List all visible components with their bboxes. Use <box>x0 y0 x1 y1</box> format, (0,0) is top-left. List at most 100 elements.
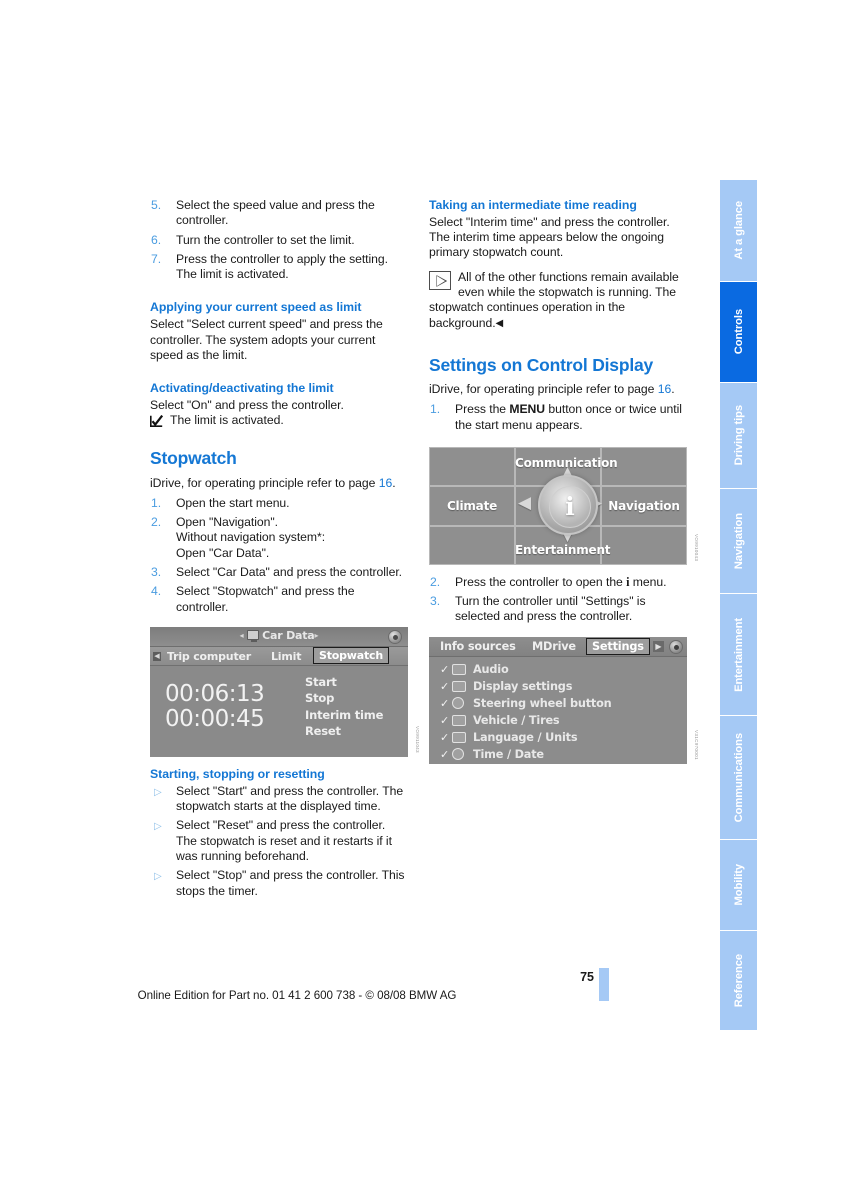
menu-item-interim-time[interactable]: Interim time <box>305 707 383 724</box>
paragraph-intermediate-time: Select "Interim time" and press the cont… <box>429 214 670 260</box>
paragraph-stopwatch-intro: iDrive, for operating principle refer to… <box>150 476 408 491</box>
tab-stopwatch[interactable]: Stopwatch <box>313 646 390 664</box>
sidebar-tab-entertainment[interactable]: Entertainment <box>720 594 757 715</box>
page-reference-link[interactable]: 16 <box>379 476 393 490</box>
figure-start-menu: Communication Climate Navigation Enterta… <box>429 446 699 565</box>
settings-row-vehicle-tires[interactable]: ✓ Vehicle / Tires <box>429 712 687 729</box>
bullet-item: ▷ Select "Start" and press the controlle… <box>150 784 408 815</box>
step-number: 3. <box>151 565 162 580</box>
compass-icon <box>388 629 402 644</box>
triangle-bullet-icon: ▷ <box>154 871 162 883</box>
start-label-communication[interactable]: Communication <box>515 456 618 470</box>
settings-row-time-date[interactable]: ✓ Time / Date <box>429 746 687 763</box>
tab-scroll-left-icon[interactable]: ◀ <box>153 651 161 661</box>
heading-settings-control-display: Settings on Control Display <box>429 354 654 375</box>
idrive-hub-inner: i <box>549 485 591 528</box>
step-item: 1. Press the MENU button once or twice u… <box>429 402 687 433</box>
step-item: 2. Open "Navigation". Without navigation… <box>150 515 408 561</box>
heading-starting-stopping: Starting, stopping or resetting <box>150 766 325 781</box>
right-column: Taking an intermediate time reading Sele… <box>429 198 699 774</box>
settings-steps-list-part2: 2. Press the controller to open the i me… <box>429 575 687 625</box>
tab-info-sources[interactable]: Info sources <box>440 640 516 653</box>
page-footer: 75 Online Edition for Part no. 01 41 2 6… <box>0 968 848 1030</box>
menu-item-reset[interactable]: Reset <box>305 723 383 740</box>
checkmark-icon: ✓ <box>440 696 450 710</box>
speaker-icon <box>452 663 466 675</box>
tab-settings[interactable]: Settings <box>586 637 650 655</box>
arrow-left-icon: ◀ <box>518 492 532 513</box>
checkmark-icon: ✓ <box>440 713 450 727</box>
step-item: 5. Select the speed value and press the … <box>150 198 408 229</box>
sidebar-tab-controls[interactable]: Controls <box>720 282 757 382</box>
stopwatch-times: 00:06:13 00:00:45 <box>165 680 265 732</box>
idrive-hub[interactable]: i <box>538 474 598 535</box>
step-text: Press the MENU button once or twice unti… <box>455 402 682 431</box>
settings-row-list: ✓ Audio ✓ Display settings ✓ Steering wh… <box>429 656 687 764</box>
settings-row-display-settings[interactable]: ✓ Display settings <box>429 678 687 695</box>
cardata-titlebar: ◂ Car Data▸ <box>150 626 408 647</box>
sidebar-tab-driving-tips[interactable]: Driving tips <box>720 383 757 488</box>
menu-button-label: MENU <box>509 402 546 417</box>
sidebar-tab-navigation[interactable]: Navigation <box>720 489 757 593</box>
stopwatch-interim-time: 00:00:45 <box>165 705 265 732</box>
figure-settings-list: Info sources MDrive Settings ▶ ✓ Audio ✓ <box>429 636 699 764</box>
step-text: Select the speed value and press the con… <box>176 198 375 228</box>
footer-accent-bar <box>599 968 609 1001</box>
step-number: 2. <box>430 574 441 589</box>
sidebar-tab-mobility[interactable]: Mobility <box>720 840 757 930</box>
heading-activating-limit: Activating/deactivating the limit <box>150 381 334 396</box>
bullet-item: ▷ Select "Reset" and press the controlle… <box>150 818 408 864</box>
steps-continued-list: 5. Select the speed value and press the … <box>150 198 408 282</box>
checkmark-icon: ✓ <box>440 730 450 744</box>
left-column: 5. Select the speed value and press the … <box>150 198 420 903</box>
settings-row-language-units[interactable]: ✓ Language / Units <box>429 729 687 746</box>
step-item: 7. Press the controller to apply the set… <box>150 252 408 283</box>
left-arrow-icon: ◂ <box>239 630 244 640</box>
settings-row-steering-wheel-button[interactable]: ✓ Steering wheel button <box>429 695 687 712</box>
sidebar-tab-communications[interactable]: Communications <box>720 716 757 839</box>
menu-item-stop[interactable]: Stop <box>305 690 383 707</box>
start-label-entertainment[interactable]: Entertainment <box>515 543 611 557</box>
tab-limit[interactable]: Limit <box>267 648 305 665</box>
footer-copyright: Online Edition for Part no. 01 41 2 600 … <box>137 989 457 1002</box>
step-text: Turn the controller until "Settings" is … <box>455 594 646 624</box>
settings-row-audio[interactable]: ✓ Audio <box>429 661 687 678</box>
start-cell-empty-br <box>601 525 687 565</box>
cardata-body: 00:06:13 00:00:45 Start Stop Interim tim… <box>150 665 408 756</box>
sidebar-tab-label: Navigation <box>732 512 745 570</box>
stopwatch-steps-list: 1. Open the start menu. 2. Open "Navigat… <box>150 496 408 615</box>
steering-wheel-icon <box>452 696 464 709</box>
figure-code: V31C970001 <box>694 729 699 760</box>
start-label-climate[interactable]: Climate <box>429 499 515 513</box>
start-stop-bullet-list: ▷ Select "Start" and press the controlle… <box>150 784 408 899</box>
sidebar-tab-label: At a glance <box>732 201 745 260</box>
start-label-navigation[interactable]: Navigation <box>601 499 687 513</box>
menu-item-start[interactable]: Start <box>305 674 383 691</box>
checkmark-icon: ✓ <box>440 747 450 761</box>
tab-scroll-right-icon[interactable]: ▶ <box>653 640 664 652</box>
step-item: 4. Select "Stopwatch" and press the cont… <box>150 584 408 615</box>
page-reference-link[interactable]: 16 <box>658 382 672 396</box>
intro-prefix: iDrive, for operating principle refer to… <box>150 475 379 490</box>
stopwatch-primary-time: 00:06:13 <box>165 680 265 707</box>
tab-trip-computer[interactable]: Trip computer <box>163 648 255 665</box>
step-text: Open the start menu. <box>176 495 290 510</box>
intro-prefix: iDrive, for operating principle refer to… <box>429 381 658 396</box>
tab-mdrive[interactable]: MDrive <box>532 640 576 653</box>
step-item: 2. Press the controller to open the i me… <box>429 575 687 590</box>
sidebar-tab-label: Controls <box>732 309 745 355</box>
step-number: 1. <box>430 402 441 417</box>
bullet-text: Select "Start" and press the controller.… <box>176 783 404 814</box>
step-number: 3. <box>430 594 441 609</box>
intro-suffix: . <box>671 381 675 396</box>
step-text: Open "Navigation". Without navigation sy… <box>176 515 326 560</box>
step-item: 3. Turn the controller until "Settings" … <box>429 594 687 625</box>
check-statement: The limit is activated. <box>150 413 408 428</box>
note-text: All of the other functions remain availa… <box>429 269 679 330</box>
step-text: Press the controller to open the i menu. <box>455 575 666 589</box>
sidebar-tab-at-a-glance[interactable]: At a glance <box>720 180 757 281</box>
step-text-suffix: menu. <box>629 574 667 589</box>
idrive-start-menu-screen: Communication Climate Navigation Enterta… <box>429 446 687 565</box>
check-text: The limit is activated. <box>170 413 284 428</box>
stopwatch-menu: Start Stop Interim time Reset <box>305 674 383 740</box>
